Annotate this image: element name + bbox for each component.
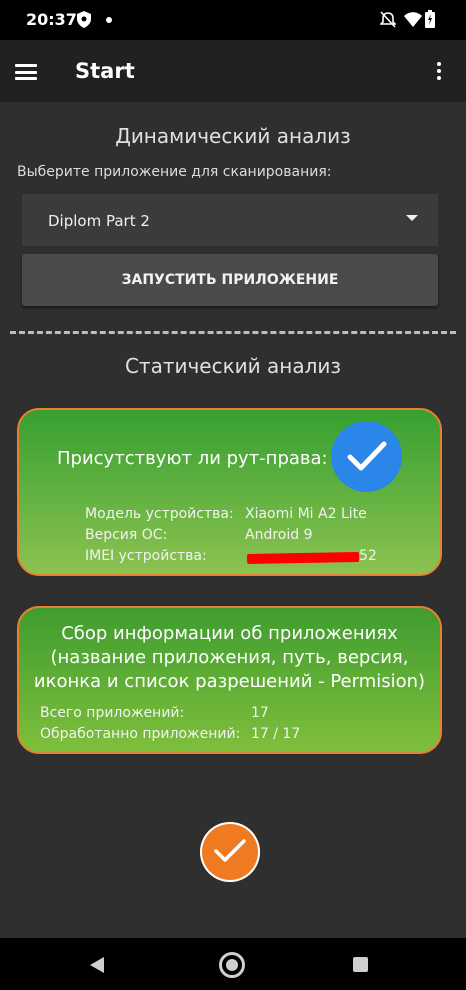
- os-value: Android 9: [245, 527, 313, 543]
- imei-redaction: [246, 552, 360, 564]
- total-apps-label: Всего приложений:: [40, 705, 185, 721]
- processed-apps-value: 17 / 17: [251, 726, 301, 742]
- checkmark-icon: [214, 839, 246, 862]
- model-label: Модель устройства:: [85, 506, 234, 522]
- launch-app-button[interactable]: ЗАПУСТИТЬ ПРИЛОЖЕНИЕ: [22, 254, 438, 306]
- app-selector-dropdown[interactable]: Diplom Part 2: [22, 194, 438, 246]
- imei-label: IMEI устройства:: [85, 548, 207, 564]
- imei-value: 52: [359, 548, 377, 564]
- app-title: Start: [75, 59, 135, 83]
- apps-heading-line3: иконка и список разрешений - Permision): [33, 671, 426, 692]
- status-time: 20:37: [26, 10, 77, 29]
- app-bar: Start: [0, 40, 466, 102]
- recents-icon[interactable]: [353, 957, 368, 972]
- total-apps-value: 17: [251, 705, 269, 721]
- root-check-card: Присутствуют ли рут-права: Модель устрой…: [17, 408, 442, 576]
- done-check-button[interactable]: [200, 822, 260, 882]
- root-question: Присутствуют ли рут-права:: [57, 448, 328, 469]
- apps-info-card: Сбор информации об приложениях (название…: [17, 606, 442, 754]
- select-app-hint: Выберите приложение для сканирования:: [17, 164, 332, 180]
- back-icon[interactable]: [90, 957, 104, 973]
- apps-heading-line2: (название приложения, путь, версия,: [50, 647, 409, 668]
- model-value: Xiaomi Mi A2 Lite: [245, 506, 367, 522]
- more-vert-icon[interactable]: [436, 62, 442, 83]
- os-label: Версия ОС:: [85, 527, 168, 543]
- status-bar: 20:37: [0, 0, 466, 40]
- shield-icon: [77, 11, 91, 28]
- static-analysis-title: Статический анализ: [124, 354, 342, 378]
- wifi-icon: [404, 12, 422, 27]
- battery-icon: [425, 10, 435, 28]
- home-icon[interactable]: [219, 952, 245, 978]
- dropdown-caret-icon: [406, 215, 418, 221]
- dot-icon: [106, 17, 112, 23]
- apps-card-heading: Сбор информации об приложениях (название…: [19, 622, 440, 694]
- processed-apps-label: Обработанно приложений:: [40, 726, 241, 742]
- section-divider: [10, 331, 456, 334]
- dynamic-analysis-title: Динамический анализ: [115, 124, 351, 148]
- hamburger-icon[interactable]: [15, 64, 37, 80]
- check-circle-icon: [331, 421, 402, 492]
- selected-app-value: Diplom Part 2: [48, 212, 150, 230]
- apps-heading-line1: Сбор информации об приложениях: [61, 623, 398, 644]
- mute-bell-icon: [380, 11, 396, 28]
- system-nav-bar: [0, 938, 466, 990]
